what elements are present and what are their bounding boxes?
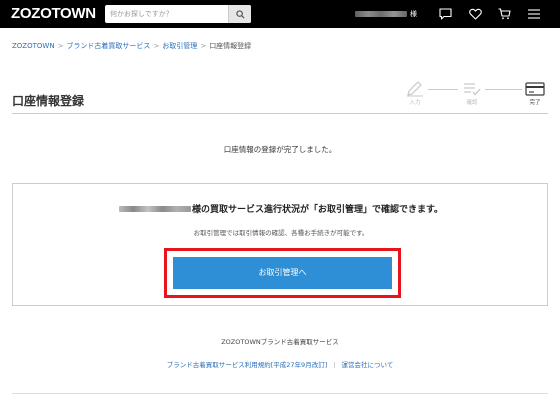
completion-message: 口座情報の登録が完了しました。: [223, 145, 337, 154]
pencil-icon: [407, 81, 423, 97]
favorites-button[interactable]: [467, 6, 483, 22]
page-title: 口座情報登録: [12, 94, 85, 108]
step-label: 入力: [409, 100, 421, 106]
company-link[interactable]: 運営会社について: [341, 361, 393, 369]
step-confirm: 確認: [460, 81, 484, 107]
footer-service-name: ZOZOTOWNブランド古着買取サービス: [221, 338, 339, 346]
step-input: 入力: [403, 81, 427, 107]
footer-separator: |: [333, 361, 336, 369]
user-name-redacted: [355, 11, 407, 17]
search-icon: [235, 9, 245, 19]
search-box: [105, 5, 251, 23]
zozotown-logo[interactable]: ZOZOTOWN: [11, 5, 96, 23]
global-header: ZOZOTOWN 様: [0, 0, 560, 28]
transaction-management-button[interactable]: お取引管理へ: [173, 257, 392, 289]
step-label: 確認: [466, 100, 478, 106]
notice-heading-text: 様の買取サービス進行状況が「お取引管理」で確認できます。: [191, 205, 444, 215]
message-button[interactable]: [437, 6, 453, 22]
step-connector: [428, 89, 458, 90]
search-button[interactable]: [228, 5, 251, 23]
terms-link[interactable]: ブランド古着買取サービス利用規約[平成27年9月改訂]: [167, 361, 327, 369]
notice-heading: 様の買取サービス進行状況が「お取引管理」で確認できます。: [13, 204, 549, 217]
notice-description: お取引管理では取引情報の確認、各種お手続きが可能です。: [193, 229, 369, 237]
footer-divider: [12, 393, 548, 394]
heart-icon: [468, 8, 482, 20]
transaction-notice-panel: 様の買取サービス進行状況が「お取引管理」で確認できます。 お取引管理では取引情報…: [12, 183, 548, 306]
breadcrumb-separator: >: [57, 42, 64, 50]
checklist-icon: [464, 83, 481, 96]
chat-icon: [438, 8, 452, 20]
step-label: 完了: [529, 100, 541, 106]
user-name-redacted: [118, 205, 191, 212]
search-input[interactable]: [105, 5, 228, 23]
cart-button[interactable]: [496, 6, 512, 22]
step-connector: [485, 89, 522, 90]
step-complete: 完了: [523, 81, 547, 107]
cart-icon: [498, 8, 511, 20]
breadcrumb-kaitori-service[interactable]: ブランド古着買取サービス: [66, 42, 150, 50]
button-highlight-frame: お取引管理へ: [164, 248, 401, 298]
breadcrumb: ZOZOTOWN > ブランド古着買取サービス > お取引管理 > 口座情報登録: [12, 41, 251, 51]
user-honorific: 様: [410, 10, 417, 18]
breadcrumb-transaction-management[interactable]: お取引管理: [162, 42, 197, 50]
breadcrumb-separator: >: [153, 42, 160, 50]
menu-icon: [528, 9, 540, 19]
breadcrumb-zozotown[interactable]: ZOZOTOWN: [12, 42, 55, 50]
card-icon: [525, 82, 545, 96]
breadcrumb-separator: >: [200, 42, 207, 50]
footer-links: ブランド古着買取サービス利用規約[平成27年9月改訂] | 運営会社について: [0, 360, 560, 370]
title-divider: [12, 113, 548, 114]
breadcrumb-current: 口座情報登録: [209, 42, 252, 50]
menu-button[interactable]: [526, 6, 542, 22]
